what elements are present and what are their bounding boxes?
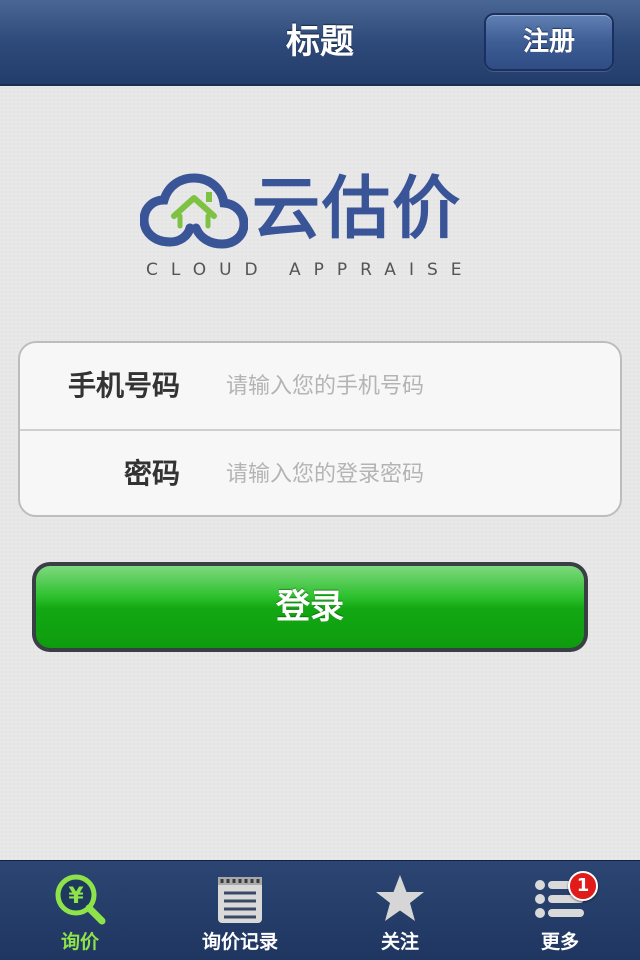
tab-bar: ¥ 询价 询价记录 关注 1 更多 bbox=[0, 860, 640, 960]
tab-follow[interactable]: 关注 bbox=[320, 861, 480, 960]
register-button[interactable]: 注册 bbox=[484, 13, 614, 71]
login-button-frame: 登录 bbox=[32, 562, 588, 652]
tab-label-more: 更多 bbox=[540, 931, 579, 953]
notification-badge: 1 bbox=[568, 871, 598, 901]
logo-name: 云估价 bbox=[252, 170, 463, 249]
star-icon bbox=[376, 875, 424, 921]
logo-subtitle: CLOUD APPRAISE bbox=[146, 260, 475, 280]
svg-text:¥: ¥ bbox=[68, 884, 84, 909]
app-logo: 云估价 CLOUD APPRAISE bbox=[140, 170, 480, 285]
tab-label-inquiry-records: 询价记录 bbox=[201, 931, 278, 953]
phone-label: 手机号码 bbox=[67, 369, 180, 402]
tab-more[interactable]: 1 更多 bbox=[480, 861, 640, 960]
password-input[interactable] bbox=[226, 451, 596, 497]
password-label: 密码 bbox=[123, 457, 180, 490]
password-row: 密码 bbox=[20, 429, 620, 515]
record-list-icon bbox=[218, 877, 262, 923]
login-form: 手机号码 密码 bbox=[18, 341, 622, 517]
navigation-bar: 标题 注册 bbox=[0, 0, 640, 86]
tab-inquiry-records[interactable]: 询价记录 bbox=[160, 861, 320, 960]
login-button[interactable]: 登录 bbox=[36, 566, 584, 648]
tab-label-price-inquiry: 询价 bbox=[60, 931, 99, 953]
tab-label-follow: 关注 bbox=[380, 931, 419, 953]
price-search-icon: ¥ bbox=[55, 874, 106, 925]
cloud-house-icon bbox=[140, 173, 248, 249]
phone-row: 手机号码 bbox=[20, 343, 620, 429]
tab-price-inquiry[interactable]: ¥ 询价 bbox=[0, 861, 160, 960]
phone-input[interactable] bbox=[226, 363, 596, 409]
